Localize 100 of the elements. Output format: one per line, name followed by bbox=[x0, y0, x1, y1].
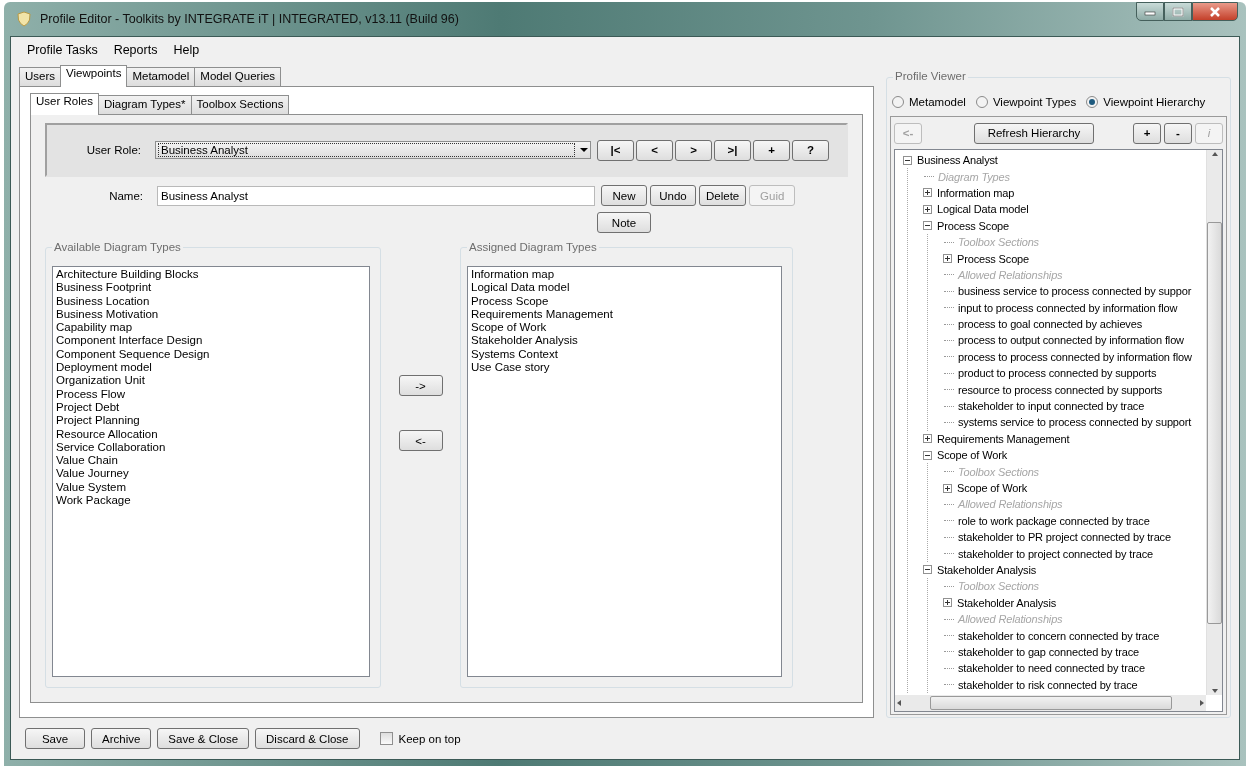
tree-item[interactable]: stakeholder to risk connected by trace bbox=[958, 678, 1138, 691]
user-role-dropdown[interactable]: Business Analyst bbox=[155, 141, 591, 159]
tree-item[interactable]: product to process connected by supports bbox=[958, 367, 1157, 380]
tree-item[interactable]: Stakeholder Analysis bbox=[937, 563, 1037, 576]
nav-button[interactable]: > bbox=[675, 139, 712, 161]
close-button[interactable] bbox=[1192, 2, 1238, 21]
list-item[interactable]: Value System bbox=[56, 480, 127, 495]
tab[interactable]: Users bbox=[19, 67, 62, 87]
tree-item[interactable]: stakeholder to concern connected by trace bbox=[958, 629, 1160, 642]
list-item[interactable]: Business Motivation bbox=[56, 307, 159, 322]
nav-button[interactable]: |< bbox=[597, 139, 634, 161]
menu-item[interactable]: Profile Tasks bbox=[21, 41, 104, 59]
action-button[interactable]: New bbox=[601, 185, 647, 206]
scrollbar[interactable] bbox=[1206, 150, 1222, 695]
list-item[interactable]: Project Debt bbox=[56, 400, 120, 415]
list-item[interactable]: Systems Context bbox=[471, 347, 558, 362]
list-item[interactable]: Project Planning bbox=[56, 414, 140, 428]
tree-item[interactable]: input to process connected by information flow bbox=[958, 301, 1178, 314]
radio-button[interactable]: Viewpoint Types bbox=[975, 96, 1077, 108]
tab[interactable]: Toolbox Sections bbox=[190, 95, 290, 115]
tab[interactable]: User Roles bbox=[30, 93, 99, 115]
name-field[interactable]: Business Analyst bbox=[157, 185, 595, 206]
list-item[interactable]: Organization Unit bbox=[56, 374, 145, 388]
tree-item[interactable]: resource to process connected by supports bbox=[958, 383, 1163, 396]
nav-button[interactable]: < bbox=[636, 139, 673, 161]
nav-button[interactable]: ? bbox=[792, 139, 829, 161]
maximize-button[interactable] bbox=[1164, 2, 1192, 21]
expander-icon[interactable] bbox=[943, 598, 952, 608]
scroll-arrow-icon[interactable] bbox=[895, 699, 903, 707]
action-button[interactable]: Save bbox=[25, 728, 85, 749]
list-item[interactable]: Process Flow bbox=[56, 387, 126, 401]
tree-item[interactable]: business service to process connected by suppor bbox=[958, 285, 1192, 298]
tab[interactable]: Diagram Types* bbox=[97, 95, 192, 115]
minimize-button[interactable] bbox=[1136, 2, 1164, 21]
list-item[interactable]: Component Sequence Design bbox=[56, 347, 210, 362]
list-item[interactable]: Process Scope bbox=[471, 294, 549, 308]
tree-item[interactable]: process to goal connected by achieves bbox=[958, 318, 1142, 331]
menu-item[interactable]: Help bbox=[167, 41, 206, 59]
tree-item[interactable]: stakeholder to need connected by trace bbox=[958, 662, 1145, 675]
list-item[interactable]: Deployment model bbox=[56, 361, 152, 375]
tab[interactable]: Metamodel bbox=[126, 67, 196, 87]
tab[interactable]: Viewpoints bbox=[60, 65, 128, 87]
menu-item[interactable]: Reports bbox=[107, 41, 164, 59]
expander-icon[interactable] bbox=[903, 155, 912, 165]
action-button[interactable]: Delete bbox=[699, 185, 747, 206]
expander-icon[interactable] bbox=[923, 450, 932, 460]
list-item[interactable]: Stakeholder Analysis bbox=[471, 334, 578, 348]
refresh-button[interactable]: Refresh Hierarchy bbox=[974, 122, 1094, 144]
tree-item[interactable]: Process Scope bbox=[957, 252, 1030, 265]
list-item[interactable]: Business Footprint bbox=[56, 281, 152, 295]
list-item[interactable]: Value Journey bbox=[56, 467, 129, 481]
note-button[interactable]: Note bbox=[597, 212, 651, 233]
tree-item[interactable]: systems service to process connected by support bbox=[958, 416, 1192, 429]
tree-item[interactable]: stakeholder to gap connected by trace bbox=[958, 645, 1139, 658]
checkbox[interactable] bbox=[379, 732, 393, 745]
list-item[interactable]: Information map bbox=[471, 268, 555, 282]
tool-button[interactable]: + bbox=[1133, 122, 1161, 144]
nav-button[interactable]: + bbox=[753, 139, 790, 161]
list-item[interactable]: Component Interface Design bbox=[56, 334, 203, 348]
action-button[interactable]: Save & Close bbox=[157, 728, 250, 749]
expander-icon[interactable] bbox=[923, 188, 932, 198]
tab[interactable]: Model Queries bbox=[194, 67, 282, 87]
tree-item[interactable]: Process Scope bbox=[937, 219, 1010, 232]
list-item[interactable]: Service Collaboration bbox=[56, 440, 166, 455]
action-button[interactable]: Discard & Close bbox=[255, 728, 360, 749]
nav-button[interactable]: >| bbox=[714, 139, 751, 161]
expander-icon[interactable] bbox=[943, 254, 952, 264]
expander-icon[interactable] bbox=[923, 565, 932, 575]
tree-item[interactable]: Logical Data model bbox=[937, 203, 1029, 216]
list-item[interactable]: Requirements Management bbox=[471, 307, 613, 322]
tree-item[interactable]: Scope of Work bbox=[957, 482, 1027, 494]
list-item[interactable]: Value Chain bbox=[56, 454, 118, 468]
scrollbar[interactable] bbox=[895, 695, 1206, 711]
list-item[interactable]: Use Case story bbox=[471, 361, 550, 375]
move-button[interactable]: -> bbox=[398, 375, 443, 396]
tool-button[interactable]: - bbox=[1164, 122, 1192, 144]
scroll-arrow-icon[interactable] bbox=[1210, 150, 1219, 158]
expander-icon[interactable] bbox=[943, 483, 952, 493]
tree-item[interactable]: Business Analyst bbox=[917, 154, 998, 167]
action-button[interactable]: Archive bbox=[91, 728, 152, 749]
tree-item[interactable]: process to process connected by information flow bbox=[958, 350, 1192, 363]
action-button[interactable]: Undo bbox=[650, 185, 696, 206]
list-item[interactable]: Business Location bbox=[56, 294, 150, 308]
list-item[interactable]: Scope of Work bbox=[471, 321, 547, 335]
tree-item[interactable]: stakeholder to project connected by trace bbox=[958, 547, 1154, 560]
list-item[interactable]: Work Package bbox=[56, 494, 131, 508]
tree-item[interactable]: Scope of Work bbox=[937, 449, 1007, 462]
radio-button[interactable]: Metamodel bbox=[892, 96, 966, 108]
move-button[interactable]: <- bbox=[398, 430, 443, 451]
expander-icon[interactable] bbox=[923, 204, 932, 214]
list-item[interactable]: Logical Data model bbox=[471, 281, 570, 295]
tree-item[interactable]: process to output connected by information flow bbox=[958, 334, 1184, 347]
expander-icon[interactable] bbox=[923, 434, 932, 444]
list-item[interactable]: Architecture Building Blocks bbox=[56, 268, 199, 282]
tree-item[interactable]: Information map bbox=[937, 186, 1015, 199]
tree-item[interactable]: role to work package connected by trace bbox=[958, 514, 1150, 527]
expander-icon[interactable] bbox=[923, 221, 932, 231]
tree-item[interactable]: Stakeholder Analysis bbox=[957, 596, 1057, 609]
radio-button[interactable]: Viewpoint Hierarchy bbox=[1086, 96, 1206, 108]
tree-item[interactable]: Requirements Management bbox=[937, 432, 1070, 445]
